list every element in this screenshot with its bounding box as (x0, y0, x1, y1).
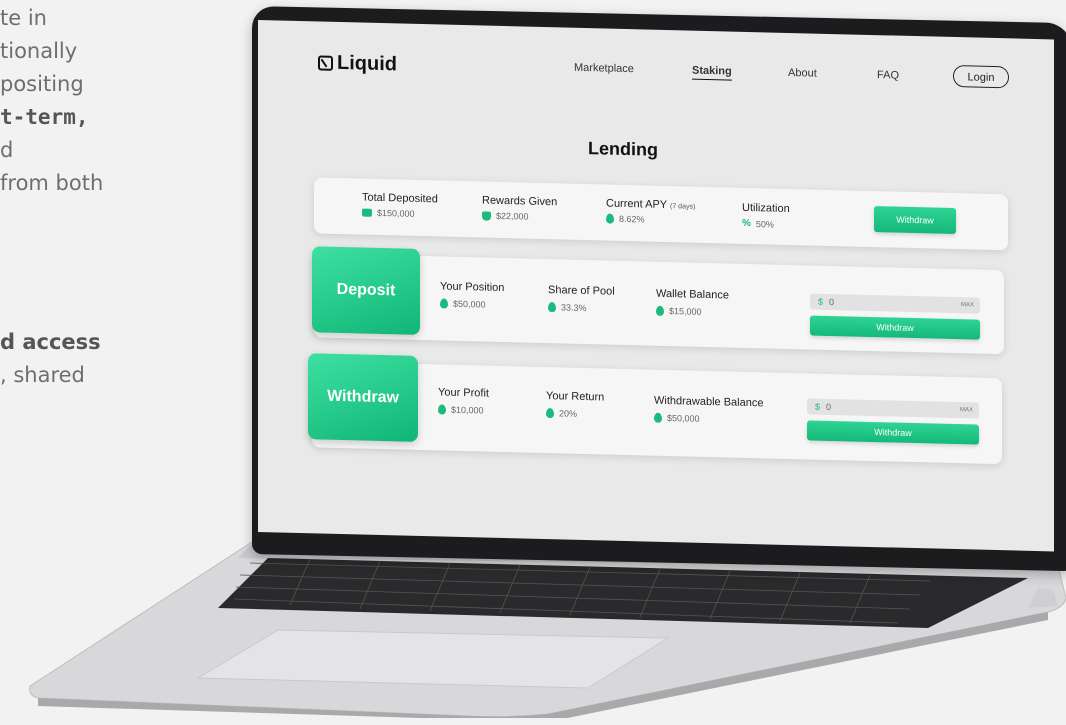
summary-card: Total Deposited $150,000 Rewards Given $… (314, 177, 1008, 251)
withdrawable-balance-value: $50,000 (654, 412, 700, 424)
apy-label-text: Current APY (606, 197, 667, 211)
logo-text: Liquid (337, 51, 397, 76)
bg-line: from both (0, 171, 104, 195)
drop-icon (438, 404, 446, 415)
page-title: Lending (588, 138, 658, 160)
profit-label: Your Profit (438, 386, 489, 400)
bg-line: tionally (0, 39, 78, 63)
utilization-label: Utilization (742, 201, 790, 215)
apy-period: (7 days) (670, 203, 696, 211)
summary-withdraw-button[interactable]: Withdraw (874, 206, 956, 235)
return-value: 20% (546, 408, 577, 419)
nav-staking[interactable]: Staking (692, 64, 732, 81)
utilization-value: % 50% (742, 218, 774, 230)
total-deposited-label: Total Deposited (362, 191, 438, 206)
return-label: Your Return (546, 390, 605, 404)
logo[interactable]: Liquid (318, 51, 397, 76)
utilization-amount: 50% (755, 218, 774, 230)
deposit-submit-button[interactable]: Withdraw (810, 315, 980, 340)
bg-line: d access (0, 330, 101, 354)
share-value: 33.3% (548, 302, 587, 313)
apy-amount: 8.62% (619, 213, 645, 225)
withdraw-submit-button[interactable]: Withdraw (807, 420, 979, 445)
bg-line: d (0, 138, 14, 162)
drop-icon (546, 408, 554, 419)
rewards-amount: $22,000 (496, 210, 529, 222)
laptop-screen: Liquid Marketplace Staking About FAQ Log… (258, 20, 1054, 552)
share-amount: 33.3% (561, 302, 587, 314)
currency-symbol: $ (818, 296, 824, 307)
deposit-amount-value: 0 (829, 296, 835, 308)
withdrawable-balance-amount: $50,000 (667, 412, 700, 424)
share-label: Share of Pool (548, 284, 615, 298)
bg-line: positing (0, 72, 84, 96)
percent-icon: % (742, 217, 751, 230)
wallet-balance-value: $15,000 (656, 305, 702, 317)
drop-icon (654, 412, 662, 423)
apy-label: Current APY (7 days) (606, 198, 695, 212)
liquid-logo-icon (318, 55, 333, 71)
nav-marketplace[interactable]: Marketplace (574, 62, 634, 75)
deposit-tab[interactable]: Deposit (312, 246, 420, 335)
deposit-max-button[interactable]: MAX (961, 302, 974, 308)
login-button[interactable]: Login (953, 64, 1009, 89)
nav-about[interactable]: About (788, 67, 817, 80)
money-bag-icon (482, 210, 491, 221)
profit-amount: $10,000 (451, 404, 484, 416)
total-deposited-value: $150,000 (362, 208, 415, 219)
withdraw-max-button[interactable]: MAX (960, 407, 973, 413)
nav-faq[interactable]: FAQ (877, 69, 899, 82)
bg-line: te in (0, 6, 47, 30)
position-amount: $50,000 (453, 298, 486, 310)
withdraw-tab[interactable]: Withdraw (308, 353, 418, 442)
currency-symbol: $ (815, 401, 821, 412)
rewards-value: $22,000 (482, 210, 529, 222)
keyboard (233, 558, 931, 624)
wallet-balance-amount: $15,000 (669, 306, 702, 317)
withdraw-amount-value: 0 (826, 401, 832, 413)
bg-line: , shared (0, 363, 85, 387)
bg-line: t-term, (0, 105, 89, 129)
drop-icon (656, 305, 664, 316)
total-deposited-amount: $150,000 (377, 207, 415, 219)
apy-value: 8.62% (606, 213, 645, 225)
wallet-icon (362, 208, 372, 217)
drop-icon (548, 302, 556, 313)
return-amount: 20% (559, 408, 578, 419)
profit-value: $10,000 (438, 404, 484, 416)
wallet-balance-label: Wallet Balance (656, 287, 729, 302)
position-value: $50,000 (440, 298, 486, 310)
position-label: Your Position (440, 280, 505, 295)
drop-icon (440, 298, 448, 309)
rewards-label: Rewards Given (482, 194, 558, 209)
drop-icon (606, 213, 614, 224)
